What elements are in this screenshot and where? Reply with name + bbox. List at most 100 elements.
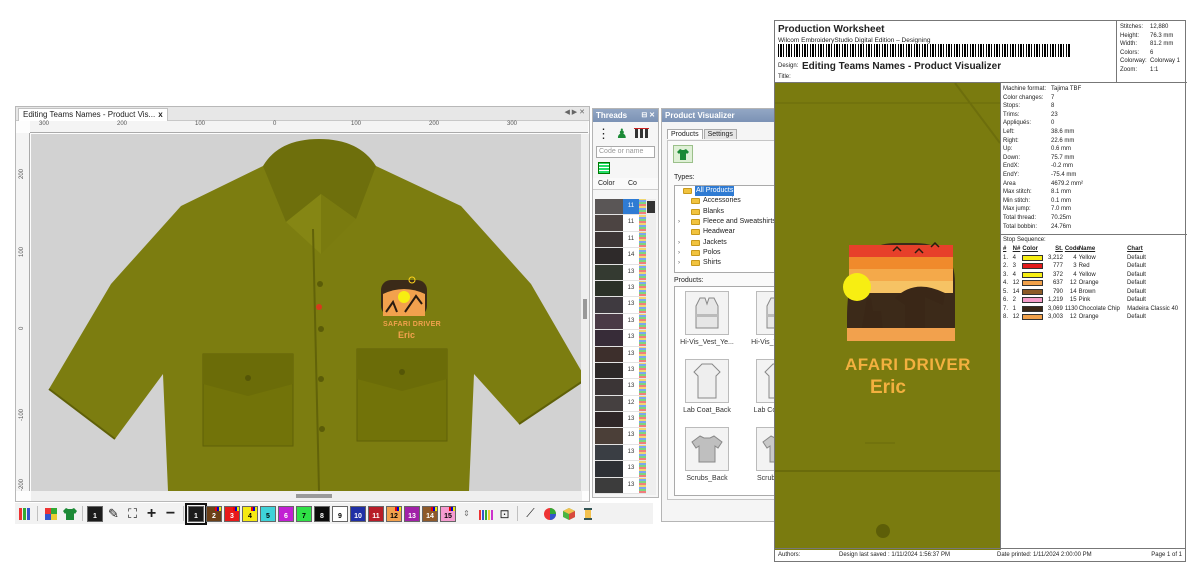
color-swatch[interactable]: 11 [368, 505, 384, 522]
param-row: Appliqués: 0 [1003, 120, 1055, 127]
current-color-swatch[interactable]: 1 [87, 505, 103, 522]
param-row: Down: 75.7 mm [1003, 154, 1075, 161]
expand-icon[interactable]: › [675, 217, 683, 227]
color-swatch[interactable]: 12 [386, 505, 402, 522]
selection-icon[interactable]: ⊡ [496, 505, 513, 522]
thread-col-color[interactable]: Color [593, 178, 623, 189]
color-swatch[interactable]: 9 [332, 505, 348, 522]
param-row: Trims: 23 [1003, 111, 1058, 118]
tab-scroll-arrows-icon[interactable]: ◀ ▶ ✕ [564, 108, 585, 116]
horizontal-ruler: 300 200 100 0 100 200 300 [30, 121, 588, 133]
stop-sequence-row: 2. 3 777 3 Red Default [1003, 263, 1146, 270]
expand-icon[interactable]: › [675, 258, 683, 268]
palette-spinner-icon[interactable]: ⇕ [458, 505, 475, 522]
color-swatch[interactable]: 13 [404, 505, 420, 522]
stop-sequence-row: 1. 4 3,212 4 Yellow Default [1003, 254, 1146, 261]
param-row: Machine format: Tajima TBF [1003, 86, 1082, 92]
embroidery-line2: Eric [398, 330, 416, 340]
stat-row: Zoom: 1:1 [1120, 66, 1159, 73]
worksheet-header: Production Worksheet Wilcom EmbroiderySt… [775, 21, 1117, 83]
color-swatch[interactable]: 4 [242, 505, 258, 522]
worksheet-title: Production Worksheet [778, 24, 885, 35]
color-swatch[interactable]: 1 [185, 502, 207, 525]
worksheet-stats: Stitches: 12,880 Height: 76.3 mm Width: 81.… [1117, 21, 1187, 83]
labcoat-icon [685, 359, 729, 403]
tab-products[interactable]: Products [667, 129, 703, 139]
remove-color-icon[interactable]: − [162, 505, 179, 522]
stop-sequence-row: 8. 12 3,003 12 Orange Default [1003, 314, 1146, 321]
thread-spools-icon[interactable] [633, 127, 650, 142]
stat-row: Height: 76.3 mm [1120, 32, 1174, 39]
ruler-tick-label: 200 [117, 121, 128, 127]
color-swatch[interactable]: 10 [350, 505, 366, 522]
thread-list-icon[interactable]: ⋮ [597, 126, 610, 142]
ruler-tick-label: 100 [19, 246, 25, 257]
ruler-tick-label: 100 [195, 121, 206, 127]
design-label: Design: [778, 63, 799, 69]
3d-view-icon[interactable] [560, 505, 577, 522]
preview-text-line1: AFARI DRIVER [845, 355, 971, 374]
thread-spool-icon[interactable] [579, 505, 596, 522]
thread-grid-icon[interactable] [598, 162, 610, 174]
color-swatch[interactable]: 15 [440, 505, 456, 522]
worksheet-parameters: Machine format: Tajima TBF Color changes:… [1000, 83, 1187, 550]
embroidery-preview-image [775, 83, 1000, 550]
color-grid-icon[interactable] [42, 505, 59, 522]
eyedropper-icon[interactable]: ✎ [105, 505, 122, 522]
product-tile[interactable]: Lab Coat_Back [677, 359, 737, 414]
design-canvas[interactable]: SAFARI DRIVER Eric [31, 134, 582, 491]
design-name: Editing Teams Names - Product Visualizer [802, 61, 1002, 72]
thread-search-input[interactable]: Code or name [596, 146, 655, 158]
pin-close-icon[interactable]: ⊟ ✕ [641, 109, 655, 122]
tshirt-product-icon[interactable] [673, 145, 693, 163]
canvas-horizontal-scrollbar[interactable] [31, 491, 582, 501]
footer-page: Page 1 of 1 [1151, 552, 1182, 558]
add-color-icon[interactable]: + [143, 505, 160, 522]
thread-col-code[interactable]: Co [623, 178, 653, 189]
threads-panel: Threads ⊟ ✕ ⋮ ♟ Code or name Color Co 11… [592, 108, 659, 498]
param-row: Right: 22.6 mm [1003, 137, 1075, 144]
stat-row: Width: 81.2 mm [1120, 41, 1174, 48]
product-tile[interactable]: Scrubs_Back [677, 427, 737, 482]
tab-settings[interactable]: Settings [703, 129, 737, 139]
ruler-tick-label: 200 [429, 121, 440, 127]
color-toolbar: 1 ✎ ⛶ + − 1 2 3 4 5 6 7 8 9 10 11 12 13 … [15, 502, 653, 525]
barcode-image [778, 44, 1070, 57]
expand-icon[interactable]: › [675, 248, 683, 258]
paint-bucket-icon[interactable]: ⛶ [124, 505, 141, 522]
design-window: Editing Teams Names - Product Vis... x ◀ … [15, 106, 590, 502]
products-label: Products: [674, 277, 704, 284]
product-tile[interactable]: Hi-Vis_Vest_Ye... [677, 291, 737, 346]
color-swatch[interactable]: 7 [296, 505, 312, 522]
color-swatch[interactable]: 6 [278, 505, 294, 522]
stop-sequence: Stop Sequence: # N# Color St. Code Name … [1001, 235, 1187, 324]
thread-list-scrollbar[interactable] [646, 199, 656, 495]
color-bar-icon[interactable] [16, 505, 33, 522]
ruler-tick-label: 200 [19, 168, 25, 179]
param-row: Color changes: 7 [1003, 94, 1055, 101]
canvas-vertical-scrollbar[interactable] [581, 134, 589, 491]
stop-sequence-title: Stop Sequence: [1003, 237, 1046, 243]
param-row: Total bobbin: 24.76m [1003, 223, 1072, 230]
color-swatch[interactable]: 3 [224, 505, 240, 522]
threads-toolbar: ⋮ ♟ [593, 122, 658, 146]
color-swatch[interactable]: 2 [206, 505, 222, 522]
stat-row: Colorway: Colorway 1 [1120, 58, 1181, 65]
diagonal-line-icon[interactable]: ⟋ [522, 505, 539, 522]
document-tab-title: Editing Teams Names - Product Vis... [23, 110, 156, 119]
threads-panel-title: Threads ⊟ ✕ [593, 109, 658, 122]
close-tab-icon[interactable]: x [158, 110, 162, 119]
stop-sequence-row: 5. 14 790 14 Brown Default [1003, 288, 1146, 295]
color-wheel-icon[interactable] [541, 505, 558, 522]
thread-chart-icon[interactable] [477, 505, 494, 522]
thread-needle-icon[interactable]: ♟ [616, 126, 628, 142]
color-swatch[interactable]: 8 [314, 505, 330, 522]
color-swatch[interactable]: 14 [422, 505, 438, 522]
expand-icon[interactable]: › [675, 238, 683, 248]
footer-authors: Authors: [778, 552, 801, 558]
color-swatch[interactable]: 5 [260, 505, 276, 522]
stat-row: Colors: 6 [1120, 49, 1154, 56]
document-tab[interactable]: Editing Teams Names - Product Vis... x [18, 108, 168, 121]
types-label: Types: [674, 174, 695, 181]
product-shirt-icon[interactable] [61, 505, 78, 522]
